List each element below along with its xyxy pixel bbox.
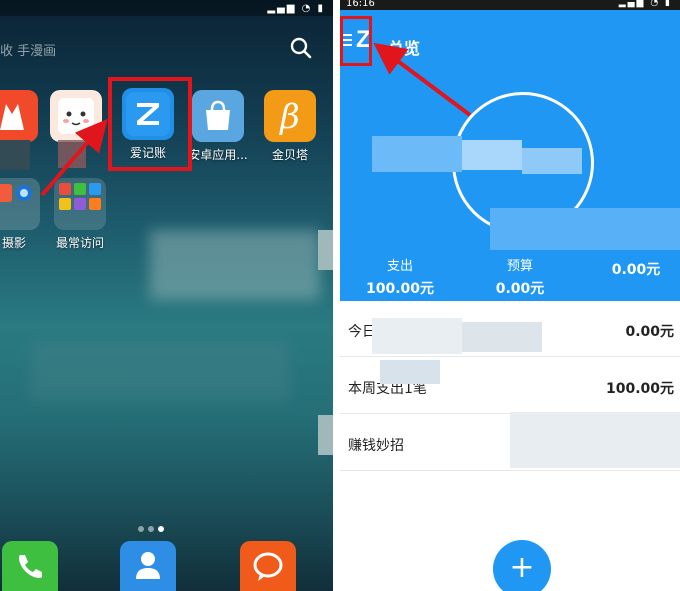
dock-contacts[interactable]	[120, 541, 176, 591]
highlight-box	[340, 16, 372, 66]
mosaic-block	[462, 322, 542, 352]
folder-label: 最常访问	[55, 236, 104, 250]
page-dot-active	[158, 526, 164, 532]
signal-icon: ▂▄▆ ◔ ▮	[618, 0, 672, 8]
stat-value: 0.00元	[611, 262, 661, 278]
app-label: 金贝塔	[271, 148, 308, 162]
beta-icon: β	[264, 90, 316, 142]
launcher-home-screen: ▂▄▆ ◔ ▮ 收 手漫画 爱记账 安卓应用... β 金贝塔 摄影 最常访问	[0, 0, 333, 591]
phone-icon	[19, 555, 42, 578]
stat-value: 100.00元	[365, 281, 435, 297]
dock-phone[interactable]	[2, 541, 58, 591]
app-toolbar: Z 总览	[340, 10, 680, 60]
folder-icon	[54, 178, 106, 230]
stat-budget: 预算 0.00元	[480, 255, 560, 298]
message-icon	[253, 552, 283, 581]
page-title: 总览	[388, 39, 421, 58]
row-label: 赚钱妙招	[348, 438, 404, 454]
mosaic-block	[510, 412, 680, 468]
highlight-box	[108, 77, 192, 171]
mosaic-block	[372, 318, 462, 354]
svg-text:β: β	[278, 97, 300, 137]
stat-value: 0.00元	[495, 281, 545, 297]
app-cute-face[interactable]	[46, 90, 106, 146]
folder-most-visited[interactable]: 最常访问	[50, 178, 110, 251]
mosaic-block	[380, 360, 440, 384]
folder-photography[interactable]: 摄影	[0, 178, 44, 251]
page-dot	[148, 526, 154, 532]
status-time: 16:16	[346, 0, 375, 9]
contacts-icon	[136, 552, 160, 579]
cute-face-icon	[50, 90, 102, 142]
row-value: 100.00元	[605, 381, 674, 397]
fox-icon	[0, 90, 38, 142]
screenshot-divider	[333, 0, 340, 591]
page-dot	[138, 526, 144, 532]
mosaic-block	[318, 415, 333, 455]
signal-icon: ▂▄▆ ◔ ▮	[267, 3, 325, 14]
mosaic-block	[318, 230, 333, 270]
folder-icon	[0, 178, 40, 230]
mosaic-block	[372, 136, 462, 172]
mosaic-block	[58, 140, 86, 168]
status-bar: 16:16 ▂▄▆ ◔ ▮	[340, 0, 680, 10]
status-bar: ▂▄▆ ◔ ▮	[0, 0, 333, 16]
blurred-region	[30, 340, 290, 400]
stat-remaining: 0.00元	[596, 255, 676, 279]
app-jinbeita[interactable]: β 金贝塔	[260, 90, 320, 163]
search-hint: 收 手漫画	[0, 44, 57, 59]
launcher-search-bar[interactable]: 收 手漫画	[0, 34, 333, 64]
app-fox[interactable]	[0, 90, 42, 146]
shopping-bag-icon	[192, 90, 244, 142]
mosaic-block	[490, 208, 680, 250]
blurred-region	[150, 230, 320, 300]
dock-messages[interactable]	[240, 541, 296, 591]
expense-app-screen: 16:16 ▂▄▆ ◔ ▮ Z 总览 支出 100.00元 预算 0.00元 0…	[340, 0, 680, 591]
folder-label: 摄影	[1, 236, 26, 250]
search-icon[interactable]	[289, 36, 313, 60]
mosaic-block	[522, 148, 582, 174]
page-indicator	[136, 517, 166, 536]
stat-label: 预算	[506, 259, 533, 274]
mosaic-block	[0, 140, 30, 170]
stat-label: 支出	[386, 259, 413, 274]
app-label: 安卓应用...	[188, 148, 248, 162]
mosaic-block	[462, 140, 522, 170]
app-android-store[interactable]: 安卓应用...	[188, 90, 248, 163]
stat-expense: 支出 100.00元	[360, 255, 440, 298]
row-value: 0.00元	[625, 324, 674, 340]
add-record-button[interactable]: +	[493, 540, 551, 591]
